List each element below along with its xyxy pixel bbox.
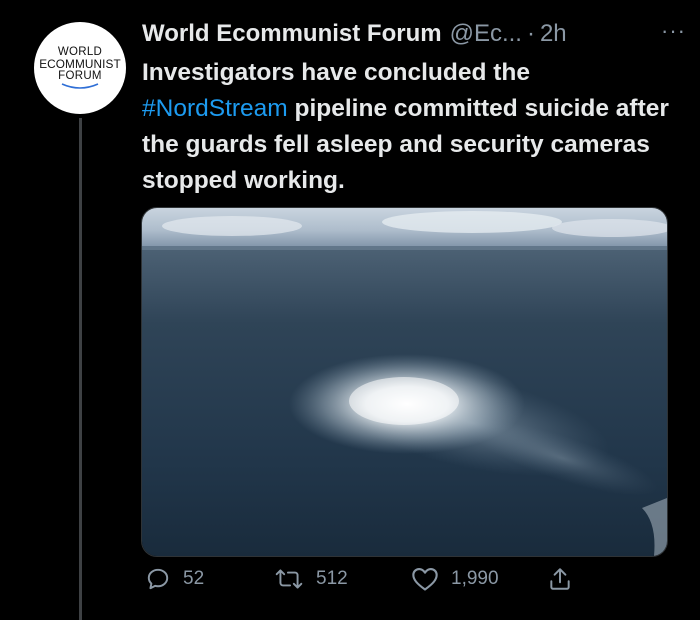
author-handle[interactable]: @Ec...: [450, 20, 522, 48]
retweet-count: 512: [316, 568, 348, 589]
reply-button[interactable]: 52: [145, 566, 204, 592]
like-button[interactable]: 1,990: [411, 566, 499, 592]
aerial-sea-photo: [142, 208, 667, 556]
tweet-text-start: Investigators have concluded the: [142, 59, 531, 86]
author-name[interactable]: World Ecommunist Forum: [142, 20, 442, 48]
tweet-timestamp[interactable]: 2h: [540, 20, 567, 48]
share-icon: [550, 568, 570, 590]
like-count: 1,990: [451, 568, 499, 589]
more-options-icon[interactable]: ···: [661, 18, 686, 44]
tweet-actions: 52 512 1,990: [141, 566, 621, 602]
avatar-text-line-2: ECOMMUNIST: [39, 57, 121, 71]
separator-dot: ·: [526, 20, 535, 47]
thread-line: [79, 118, 82, 620]
tweet-header: World Ecommunist Forum @Ec... · 2h ···: [142, 18, 686, 50]
share-button[interactable]: [547, 566, 585, 592]
heart-icon: [412, 568, 438, 591]
reply-icon: [147, 568, 169, 590]
tweet-image[interactable]: [141, 207, 668, 557]
avatar-text-line-3: FORUM: [58, 70, 102, 82]
hashtag-link[interactable]: #NordStream: [142, 95, 288, 122]
tweet-text: Investigators have concluded the #NordSt…: [142, 55, 682, 199]
retweet-button[interactable]: 512: [274, 566, 348, 592]
avatar[interactable]: WORLD ECOMMUNIST FORUM: [34, 22, 126, 114]
retweet-icon: [275, 569, 303, 589]
logo-arc-icon: [61, 83, 99, 89]
reply-count: 52: [183, 568, 205, 589]
